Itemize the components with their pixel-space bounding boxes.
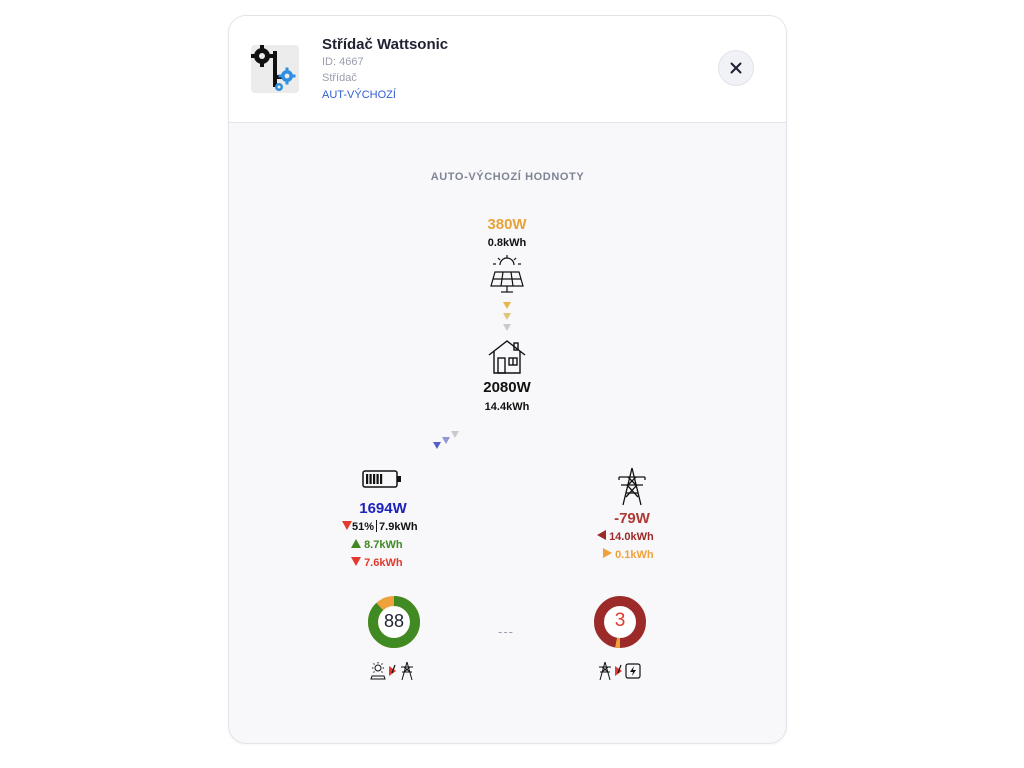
solar-energy: 0.8kWh [487, 237, 527, 249]
battery-soc-energy: 7.9kWh [379, 521, 418, 533]
battery-soc-row: 51% 7.9kWh [342, 520, 418, 533]
battery-discharged-row: 7.6kWh [351, 557, 403, 569]
battery-soc: 51% [352, 521, 375, 533]
soc-divider [376, 520, 378, 532]
battery-flow-arrows [433, 431, 459, 449]
close-button[interactable] [718, 50, 754, 86]
solar-power: 380W [487, 216, 527, 233]
grid-dependency-gauge: 3 [594, 596, 646, 648]
solar-flow-arrows [503, 302, 511, 331]
self-sufficiency-value: 88 [383, 611, 405, 631]
down-arrow-icon [342, 521, 352, 530]
battery-discharged: 7.6kWh [364, 557, 403, 569]
profile-link[interactable]: AUT-VÝCHOZÍ [322, 89, 396, 101]
device-type: Střídač [322, 72, 357, 84]
house-power: 2080W [483, 379, 531, 396]
device-detail-card: Střídač Wattsonic ID: 4667 Střídač AUT-V… [228, 15, 787, 744]
house-energy: 14.4kWh [484, 401, 530, 413]
down-arrow-icon [351, 557, 361, 566]
battery-icon [362, 470, 401, 488]
power-tower-icon [618, 467, 646, 506]
grid-import-row: 14.0kWh [597, 530, 654, 543]
grid-power: -79W [614, 510, 650, 527]
section-title: AUTO-VÝCHOZÍ HODNOTY [430, 171, 585, 183]
house-icon [488, 340, 526, 374]
grid-exported: 0.1kWh [615, 549, 654, 561]
right-arrow-icon [603, 548, 612, 558]
inverter-thumbnail [251, 45, 299, 93]
battery-power: 1694W [359, 500, 407, 517]
left-arrow-icon [597, 530, 606, 540]
grid-to-meter-icon [599, 661, 641, 681]
up-arrow-icon [351, 539, 361, 548]
grid-imported: 14.0kWh [609, 531, 654, 543]
device-title: Střídač Wattsonic [322, 36, 449, 53]
battery-charged-row: 8.7kWh [351, 539, 403, 551]
solar-panel-icon [490, 255, 524, 293]
solar-to-grid-icon [370, 661, 413, 681]
self-sufficiency-gauge: 88 [368, 596, 420, 648]
close-icon [730, 62, 742, 74]
grid-dependency-value: 3 [614, 610, 626, 631]
card-header: Střídač Wattsonic ID: 4667 Střídač AUT-V… [229, 16, 786, 123]
device-id: ID: 4667 [322, 56, 364, 68]
grid-export-row: 0.1kWh [603, 548, 654, 561]
score-separator: --- [498, 624, 514, 639]
battery-charged: 8.7kWh [364, 539, 403, 551]
